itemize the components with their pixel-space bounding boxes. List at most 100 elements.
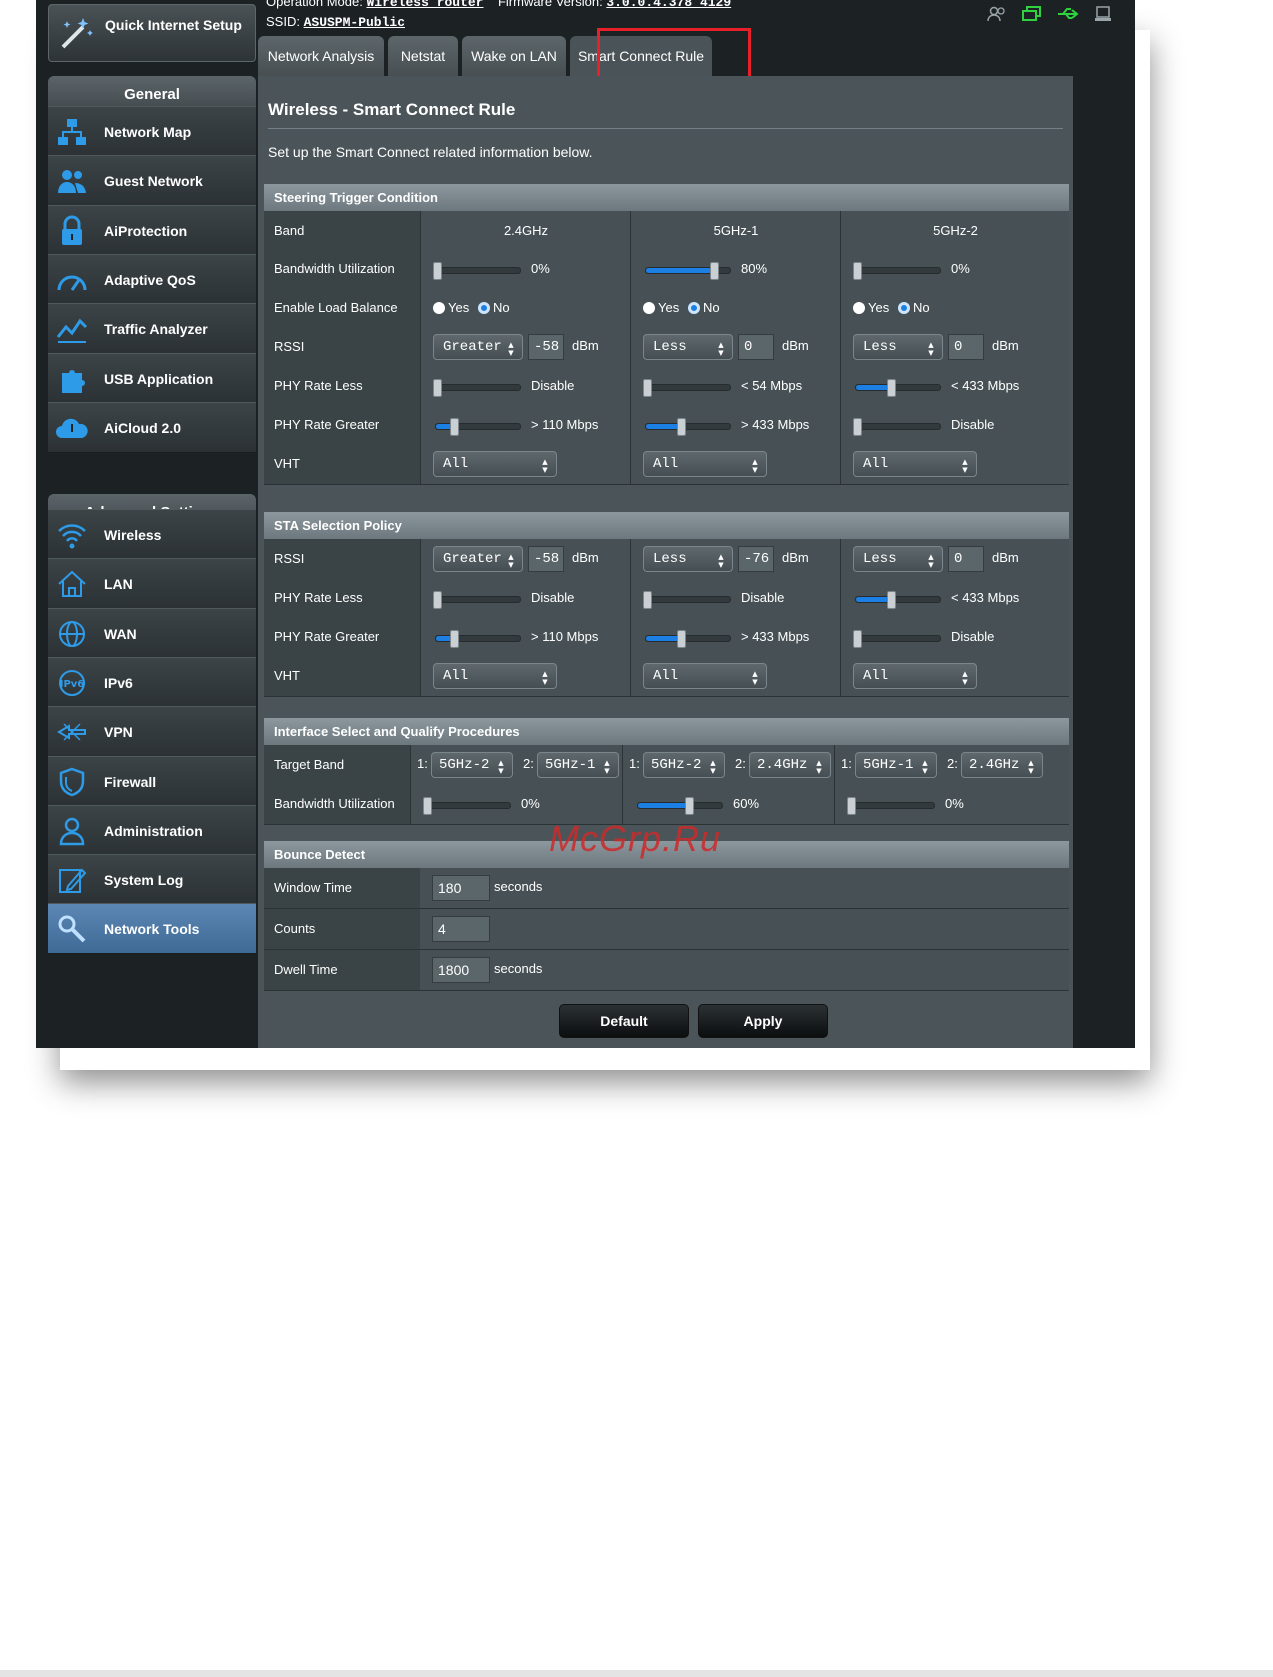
target-band-1-select[interactable]: 5GHz-2 ▲▼: [431, 752, 513, 778]
slider-track[interactable]: [435, 418, 521, 436]
load-balance-no-radio[interactable]: No: [688, 300, 720, 315]
rssi-operator-select[interactable]: Less ▲▼: [643, 546, 733, 572]
slider-thumb[interactable]: [643, 379, 652, 397]
slider-thumb[interactable]: [433, 591, 442, 609]
slider-thumb[interactable]: [450, 630, 459, 648]
sidebar-item-guest-network[interactable]: Guest Network: [48, 155, 256, 207]
vht-select[interactable]: All ▲▼: [433, 663, 557, 689]
rssi-value-input[interactable]: -58: [528, 334, 564, 360]
sidebar-item-ipv6[interactable]: IPv6 IPv6: [48, 656, 256, 708]
slider-thumb[interactable]: [853, 630, 862, 648]
rssi-value-input[interactable]: 0: [948, 334, 984, 360]
slider-track[interactable]: [847, 797, 935, 815]
load-balance-no-radio[interactable]: No: [898, 300, 930, 315]
load-balance-yes-radio[interactable]: Yes: [643, 300, 679, 315]
rssi-value-input[interactable]: 0: [738, 334, 774, 360]
sidebar-item-wireless[interactable]: Wireless: [48, 509, 256, 560]
slider-track[interactable]: [853, 630, 941, 648]
slider-track[interactable]: [855, 379, 941, 397]
firmware-link[interactable]: 3.0.0.4.378_4129: [606, 0, 731, 10]
dwell-time-input[interactable]: 1800: [432, 957, 490, 983]
target-band-2-select[interactable]: 2.4GHz ▲▼: [749, 752, 831, 778]
slider-thumb[interactable]: [710, 262, 719, 280]
sidebar-item-wan[interactable]: WAN: [48, 607, 256, 659]
printer-status-icon[interactable]: [1092, 6, 1114, 22]
slider-track[interactable]: [433, 379, 521, 397]
default-button[interactable]: Default: [559, 1004, 689, 1038]
tab-netstat[interactable]: Netstat: [388, 36, 458, 76]
tab-wake-on-lan[interactable]: Wake on LAN: [462, 36, 566, 76]
sidebar-item-network-map[interactable]: Network Map: [48, 106, 256, 157]
rssi-operator-select[interactable]: Greater ▲▼: [433, 546, 523, 572]
load-balance-yes-radio[interactable]: Yes: [433, 300, 469, 315]
sidebar-item-aiprotection[interactable]: AiProtection: [48, 204, 256, 256]
sidebar-item-aicloud-2-0[interactable]: AiCloud 2.0: [48, 401, 256, 453]
sidebar-item-traffic-analyzer[interactable]: Traffic Analyzer: [48, 303, 256, 355]
rssi-operator-select[interactable]: Less ▲▼: [643, 334, 733, 360]
load-balance-yes-radio[interactable]: Yes: [853, 300, 889, 315]
target-band-1-select[interactable]: 5GHz-2 ▲▼: [643, 752, 725, 778]
slider-track[interactable]: [643, 591, 731, 609]
quick-internet-setup-button[interactable]: Quick Internet Setup: [48, 4, 256, 62]
sidebar-item-administration[interactable]: Administration: [48, 804, 256, 856]
slider-track[interactable]: [645, 630, 731, 648]
slider-track[interactable]: [855, 591, 941, 609]
slider-thumb[interactable]: [853, 262, 862, 280]
vht-select[interactable]: All ▲▼: [643, 451, 767, 477]
counts-input[interactable]: 4: [432, 916, 490, 942]
ssid-link[interactable]: ASUSPM-Public: [304, 15, 405, 30]
slider-thumb[interactable]: [677, 630, 686, 648]
vht-select[interactable]: All ▲▼: [433, 451, 557, 477]
apply-button[interactable]: Apply: [698, 1004, 828, 1038]
slider-thumb[interactable]: [433, 379, 442, 397]
sta-phy-less-row-value: Disable: [741, 590, 785, 605]
sidebar-item-network-tools[interactable]: Network Tools: [48, 903, 256, 955]
target-band-1-select[interactable]: 5GHz-1 ▲▼: [855, 752, 937, 778]
sidebar-item-adaptive-qos[interactable]: Adaptive QoS: [48, 253, 256, 305]
rssi-value-input[interactable]: 0: [948, 546, 984, 572]
sidebar-item-firewall[interactable]: Firewall: [48, 755, 256, 807]
slider-track[interactable]: [435, 630, 521, 648]
slider-thumb[interactable]: [450, 418, 459, 436]
sidebar-item-usb-application[interactable]: USB Application: [48, 352, 256, 404]
window-time-input[interactable]: 180: [432, 875, 490, 901]
slider-thumb[interactable]: [847, 797, 856, 815]
slider-track[interactable]: [433, 262, 521, 280]
target-band-2-select[interactable]: 2.4GHz ▲▼: [961, 752, 1043, 778]
clients-icon[interactable]: [986, 6, 1008, 22]
slider-thumb[interactable]: [685, 797, 694, 815]
sidebar-item-vpn[interactable]: VPN: [48, 706, 256, 758]
slider-thumb[interactable]: [643, 591, 652, 609]
slider-track[interactable]: [423, 797, 511, 815]
target-priority-2: 2:: [523, 756, 534, 771]
vht-select[interactable]: All ▲▼: [853, 451, 977, 477]
rssi-operator-select[interactable]: Less ▲▼: [853, 334, 943, 360]
slider-thumb[interactable]: [433, 262, 442, 280]
slider-thumb[interactable]: [887, 379, 896, 397]
slider-thumb[interactable]: [677, 418, 686, 436]
slider-track[interactable]: [645, 418, 731, 436]
slider-track[interactable]: [853, 418, 941, 436]
rssi-operator-select[interactable]: Less ▲▼: [853, 546, 943, 572]
rssi-operator-select[interactable]: Greater ▲▼: [433, 334, 523, 360]
rssi-value-input[interactable]: -58: [528, 546, 564, 572]
slider-thumb[interactable]: [423, 797, 432, 815]
sidebar-item-system-log[interactable]: System Log: [48, 854, 256, 906]
slider-track[interactable]: [637, 797, 723, 815]
slider-track[interactable]: [645, 262, 731, 280]
rssi-value-input[interactable]: -76: [738, 546, 774, 572]
tab-network-analysis[interactable]: Network Analysis: [258, 36, 384, 76]
network-status-icon[interactable]: [1021, 6, 1043, 22]
operation-mode-link[interactable]: Wireless router: [366, 0, 483, 10]
target-band-2-select[interactable]: 5GHz-1 ▲▼: [537, 752, 619, 778]
load-balance-no-radio[interactable]: No: [478, 300, 510, 315]
vht-select[interactable]: All ▲▼: [643, 663, 767, 689]
slider-track[interactable]: [433, 591, 521, 609]
slider-track[interactable]: [643, 379, 731, 397]
usb-status-icon[interactable]: [1057, 6, 1079, 22]
vht-select[interactable]: All ▲▼: [853, 663, 977, 689]
slider-thumb[interactable]: [853, 418, 862, 436]
sidebar-item-lan[interactable]: LAN: [48, 558, 256, 610]
slider-track[interactable]: [853, 262, 941, 280]
slider-thumb[interactable]: [887, 591, 896, 609]
